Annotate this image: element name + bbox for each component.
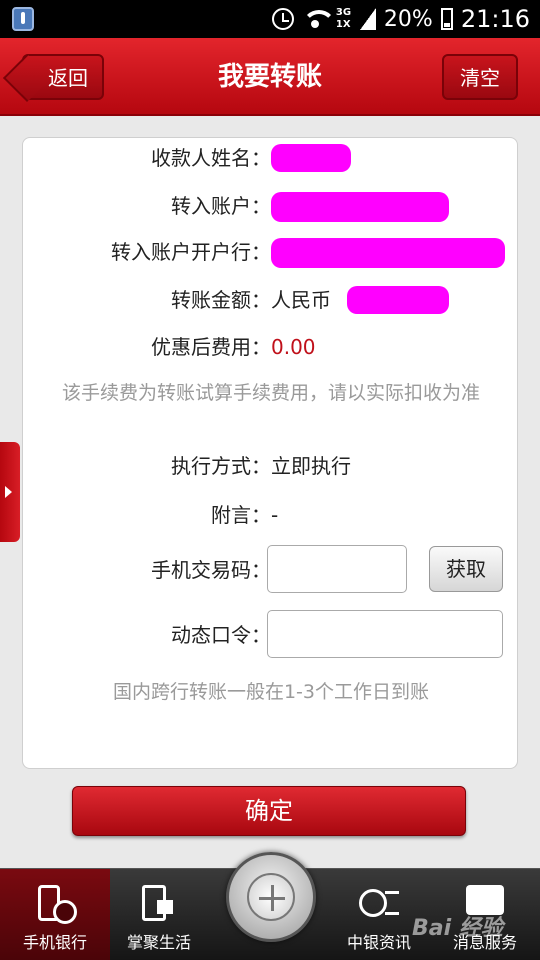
- sms-code-input[interactable]: [267, 545, 407, 593]
- account-label: 转入账户：: [171, 194, 271, 218]
- fee-row: 优惠后费用： 0.00: [23, 327, 519, 367]
- transfer-form-card: 收款人姓名： 转入账户： 转入账户开户行： 转账金额： 人民币 优惠后费用： 0…: [22, 137, 518, 769]
- bank-label: 转入账户开户行：: [111, 240, 271, 264]
- dynamic-token-input[interactable]: [267, 610, 503, 658]
- plus-icon: [247, 873, 295, 921]
- payee-name-redacted: [271, 144, 351, 172]
- nav-item-label: 掌聚生活: [126, 933, 191, 952]
- signal-bars-icon: [359, 8, 376, 30]
- fee-value: 0.00: [271, 335, 316, 359]
- remark-value: -: [271, 503, 279, 527]
- exec-row: 执行方式： 立即执行: [23, 446, 519, 486]
- signal-icon: 3G 1X: [336, 8, 376, 30]
- arrival-note: 国内跨行转账一般在1-3个工作日到账: [112, 681, 430, 703]
- chevron-right-icon: [5, 486, 12, 498]
- wifi-icon: [301, 10, 336, 28]
- status-bar: 3G 1X 20% 21:16: [0, 0, 540, 38]
- exec-value: 立即执行: [271, 454, 351, 478]
- nav-item-label: 手机银行: [22, 933, 87, 952]
- payee-name-row: 收款人姓名：: [23, 138, 519, 178]
- bank-row: 转入账户开户行：: [23, 232, 519, 272]
- currency-value: 人民币: [271, 288, 331, 312]
- token-label: 动态口令：: [171, 623, 271, 647]
- account-redacted: [271, 192, 449, 222]
- side-drawer-tab[interactable]: [0, 442, 20, 542]
- payee-name-label: 收款人姓名：: [151, 146, 271, 170]
- clear-button[interactable]: 清空: [442, 54, 518, 100]
- fee-note: 该手续费为转账试算手续费用，请以实际扣收为准: [61, 382, 480, 404]
- fee-label: 优惠后费用：: [151, 335, 271, 359]
- boc-news-icon: [359, 885, 399, 921]
- remark-row: 附言： -: [23, 495, 519, 535]
- life-icon: [142, 885, 173, 921]
- amount-redacted: [347, 286, 449, 314]
- status-right: 3G 1X 20% 21:16: [271, 0, 530, 38]
- notification-app-icon: [12, 7, 34, 31]
- nav-item-phone-bank[interactable]: 手机银行: [0, 869, 110, 960]
- watermark: Bai 经验: [412, 916, 503, 941]
- nav-item-life[interactable]: 掌聚生活: [104, 869, 214, 960]
- remark-label: 附言：: [211, 503, 271, 527]
- confirm-button[interactable]: 确定: [72, 786, 466, 836]
- battery-percent: 20%: [383, 6, 433, 32]
- amount-row: 转账金额： 人民币: [23, 280, 519, 320]
- battery-icon: [440, 8, 453, 30]
- status-time: 21:16: [460, 5, 530, 33]
- phone-bank-icon: [38, 885, 77, 924]
- network-type-top: 3G: [335, 7, 352, 18]
- exec-label: 执行方式：: [171, 454, 271, 478]
- center-plus-button[interactable]: [226, 852, 316, 942]
- bank-redacted: [271, 238, 505, 268]
- title-bar: 返回 我要转账 清空: [0, 38, 540, 116]
- sms-code-label: 手机交易码：: [151, 558, 271, 582]
- get-code-button[interactable]: 获取: [429, 546, 503, 592]
- amount-label: 转账金额：: [171, 288, 271, 312]
- network-type-bottom: 1X: [335, 19, 351, 30]
- account-row: 转入账户：: [23, 186, 519, 226]
- alarm-icon: [271, 8, 294, 30]
